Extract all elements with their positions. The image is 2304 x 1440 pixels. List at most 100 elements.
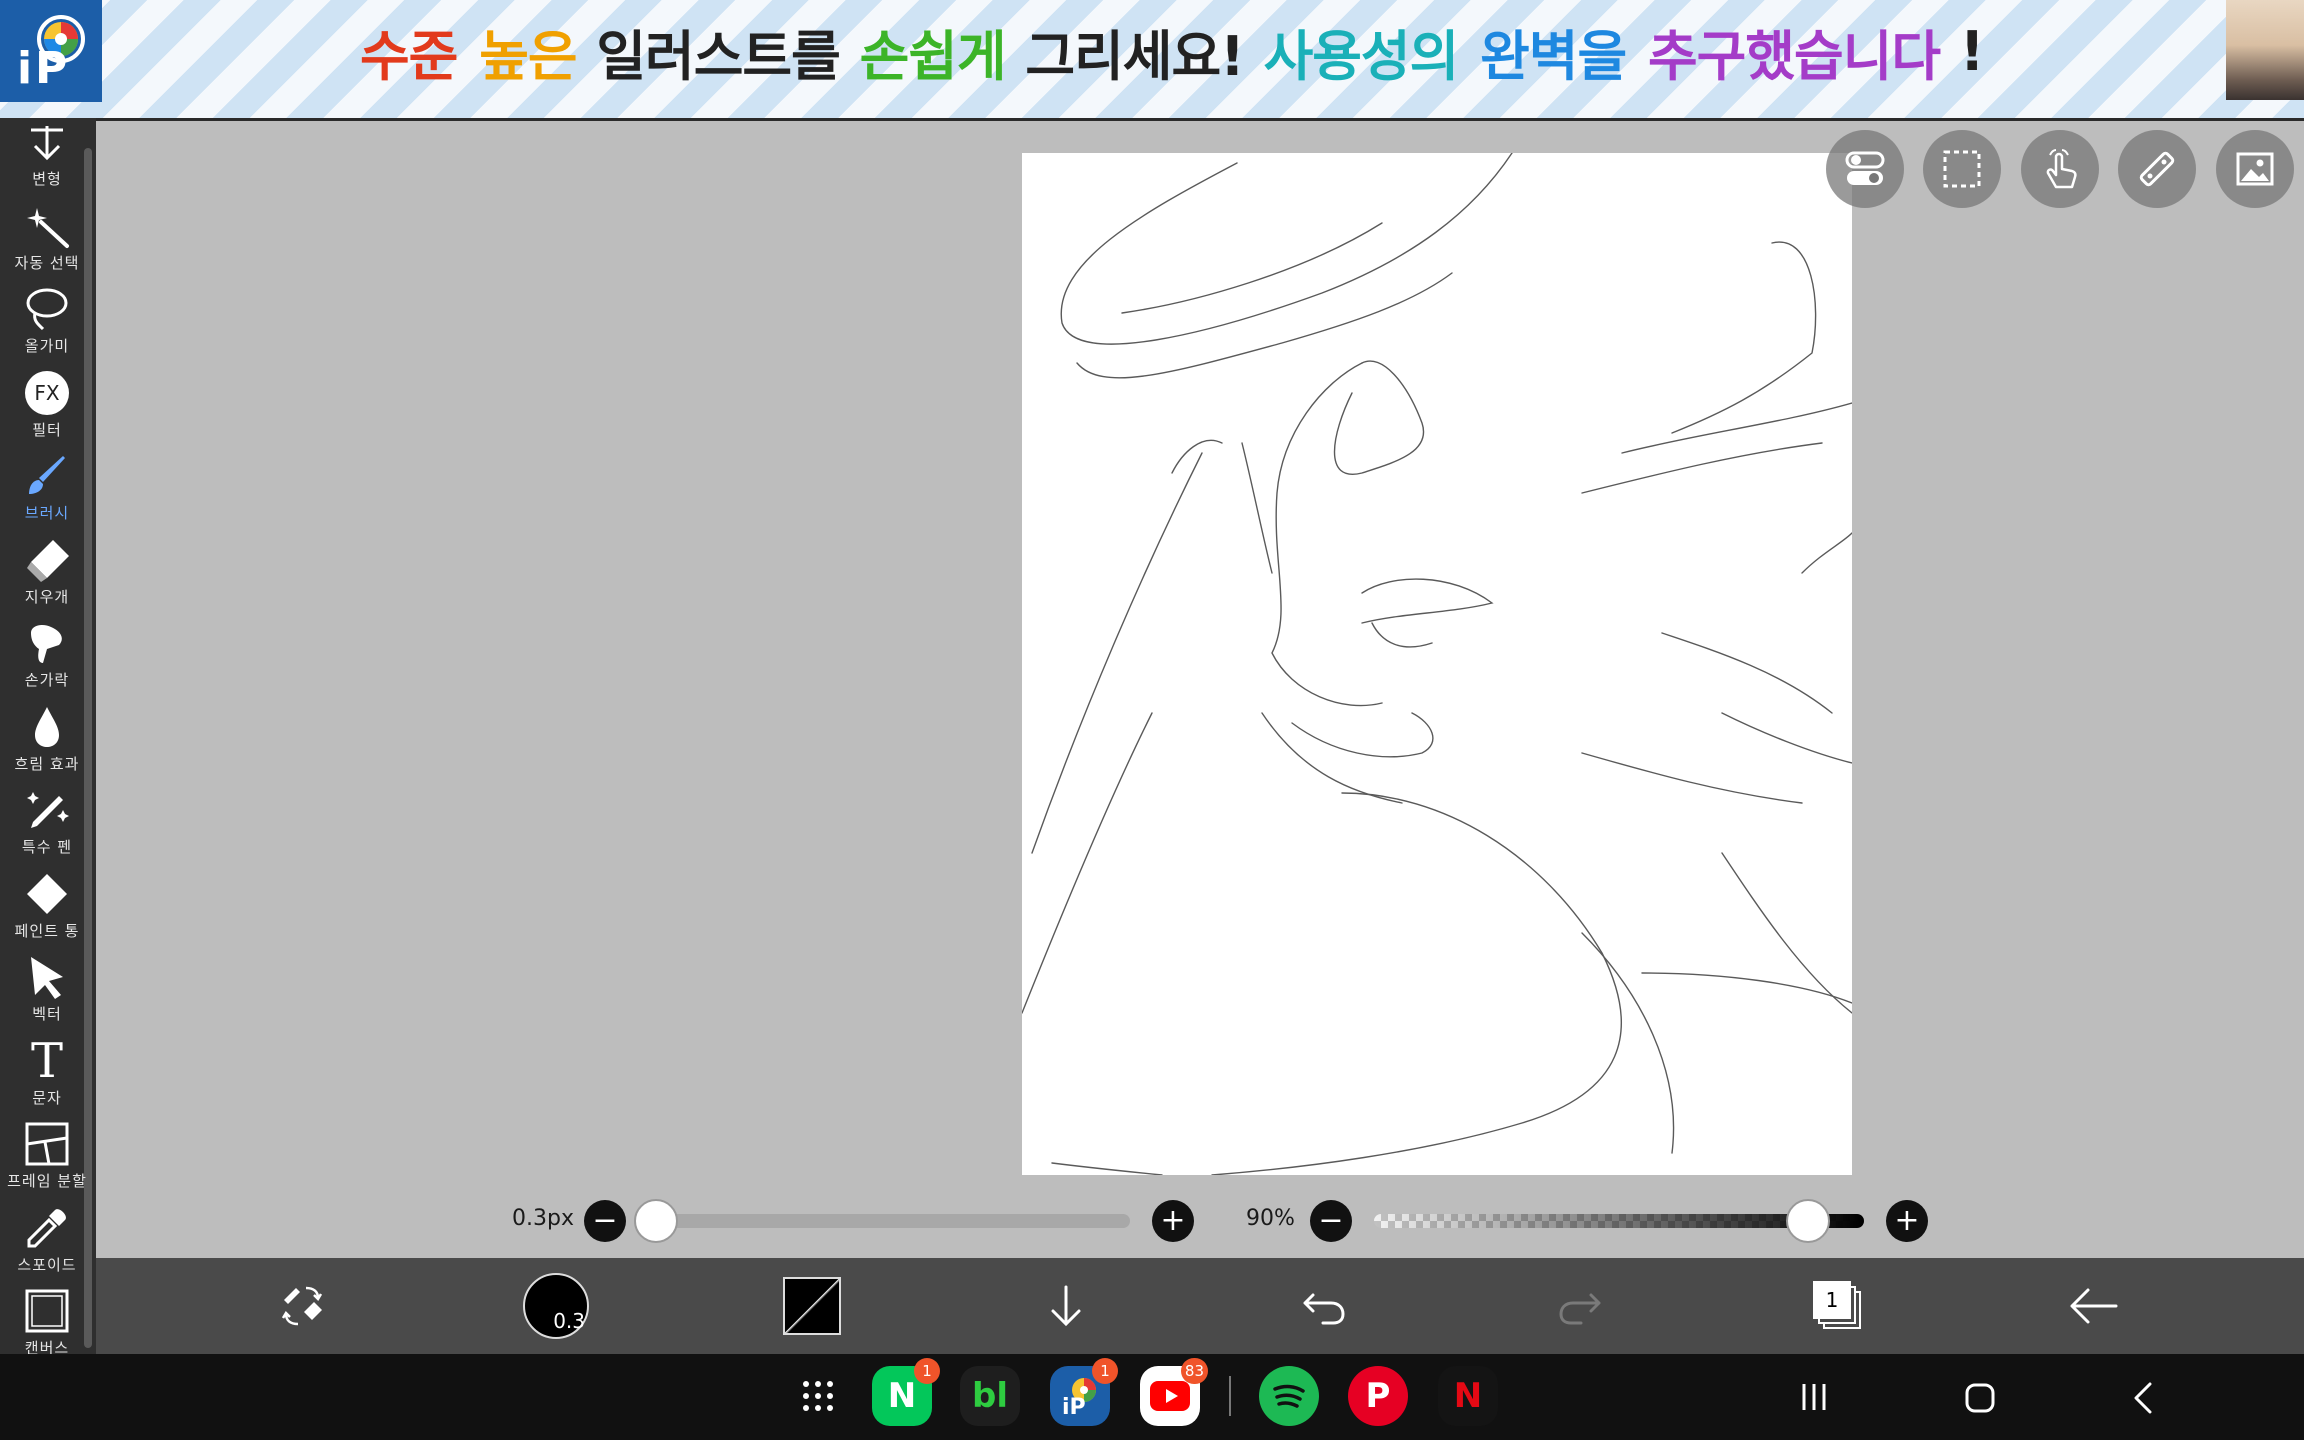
tool-eraser[interactable]: 지우개 — [0, 536, 94, 620]
brush-size-increase-button[interactable]: + — [1152, 1200, 1194, 1242]
image-icon — [2236, 152, 2274, 186]
arrow-left-icon — [2070, 1288, 2118, 1324]
tool-magic-wand[interactable]: 자동 선택 — [0, 202, 94, 286]
tool-label: 자동 선택 — [14, 253, 80, 272]
back-button[interactable] — [2056, 1268, 2132, 1344]
notification-badge: 1 — [1092, 1358, 1118, 1384]
transform-icon — [23, 118, 71, 166]
spotify-icon — [1273, 1384, 1305, 1408]
brush-icon — [23, 452, 71, 500]
banner-text-segment — [459, 20, 477, 83]
tool-label: 문자 — [32, 1088, 62, 1107]
tool-label: 벡터 — [32, 1005, 62, 1023]
opacity-decrease-button[interactable]: − — [1310, 1200, 1352, 1242]
dock-divider — [1229, 1376, 1231, 1416]
frame-divider-icon — [23, 1120, 71, 1168]
dock-app-netflix[interactable]: N — [1438, 1366, 1498, 1426]
eyedropper-icon — [23, 1204, 71, 1252]
chevron-left-icon — [2134, 1382, 2152, 1414]
magic-wand-icon — [23, 202, 71, 250]
dock-app-ibispaint[interactable]: iP 1 — [1050, 1358, 1118, 1426]
tool-label: 손가락 — [24, 671, 70, 689]
tool-label: 스포이드 — [17, 1255, 77, 1274]
opacity-slider-handle[interactable] — [1786, 1199, 1830, 1243]
banner-text-segment: 그리세요! — [1007, 24, 1262, 88]
brush-size-decrease-button[interactable]: − — [584, 1200, 626, 1242]
netflix-icon: N — [1453, 1376, 1483, 1416]
lasso-icon — [23, 285, 71, 333]
tool-blur-drop[interactable]: 흐림 효과 — [0, 703, 94, 787]
recent-apps-icon — [1802, 1384, 1826, 1410]
tool-frame-divider[interactable]: 프레임 분할 — [0, 1120, 94, 1204]
tool-special-pen[interactable]: 특수 펜 — [0, 786, 94, 870]
naver-icon: N — [887, 1376, 917, 1416]
ad-banner[interactable]: i P 수준 높은 일러스트를 손쉽게 그리세요! 사용성의 완벽을 추구했습니… — [0, 0, 2304, 121]
dock-app-naver[interactable]: N1 — [872, 1358, 940, 1426]
ruler-icon — [2139, 151, 2175, 187]
fx-filter-icon: FX — [23, 369, 71, 417]
tool-transform[interactable]: 변형 — [0, 118, 94, 202]
opacity-increase-button[interactable]: + — [1886, 1200, 1928, 1242]
svg-text:P: P — [35, 43, 67, 93]
tool-fx-filter[interactable]: FX 필터 — [0, 369, 94, 453]
tool-label: 브러시 — [24, 504, 70, 522]
touch-gesture-button[interactable] — [2021, 130, 2099, 208]
tool-finger-smudge[interactable]: 손가락 — [0, 619, 94, 703]
home-button[interactable] — [1960, 1378, 2000, 1418]
redo-button[interactable] — [1542, 1268, 1618, 1344]
brush-size-slider-handle[interactable] — [634, 1199, 678, 1243]
dock-app-pinterest[interactable]: P — [1348, 1366, 1408, 1426]
banner-text-segment: 사용성의 — [1263, 24, 1460, 88]
import-down-button[interactable] — [1028, 1268, 1104, 1344]
selection-button[interactable] — [1923, 130, 2001, 208]
tool-label: 올가미 — [24, 337, 70, 355]
tap-hand-icon — [2046, 149, 2077, 189]
tool-text[interactable]: T 문자 — [0, 1037, 94, 1121]
tool-swap-button[interactable] — [264, 1268, 340, 1344]
dashed-selection-icon — [1943, 150, 1981, 188]
layers-button[interactable]: 1 — [1800, 1268, 1876, 1344]
tool-label: 페인트 통 — [14, 921, 80, 940]
home-icon — [1965, 1383, 1995, 1413]
color-picker-button[interactable] — [774, 1268, 850, 1344]
tool-vector-cursor[interactable]: 벡터 — [0, 953, 94, 1037]
tool-label: 지우개 — [24, 587, 70, 606]
finger-smudge-icon — [23, 619, 71, 667]
banner-text-segment: 추구했습니다 — [1647, 24, 1941, 88]
ibispaint-logo[interactable]: i P — [0, 0, 102, 102]
special-pen-icon — [23, 786, 71, 834]
recent-apps-button[interactable] — [1796, 1380, 1832, 1414]
dock-app-blog[interactable]: bl — [960, 1366, 1020, 1426]
dock-app-spotify[interactable] — [1259, 1366, 1319, 1426]
tool-brush[interactable]: 브러시 — [0, 452, 94, 536]
redo-icon — [1559, 1293, 1601, 1325]
sketch-artwork — [1021, 152, 1853, 1176]
brush-size-preview-button[interactable]: 0.3 — [518, 1268, 594, 1344]
notification-badge: 83 — [1180, 1358, 1208, 1384]
brush-size-slider[interactable] — [650, 1214, 1130, 1228]
system-back-button[interactable] — [2124, 1378, 2164, 1418]
app-drawer-button[interactable] — [800, 1376, 836, 1416]
ruler-button[interactable] — [2118, 130, 2196, 208]
ibispaint-logo-icon: i P — [17, 15, 85, 93]
app-grid-icon — [803, 1381, 833, 1411]
banner-headline: 수준 높은 일러스트를 손쉽게 그리세요! 사용성의 완벽을 추구했습니다 ! — [360, 10, 1985, 92]
banner-text-segment — [1628, 20, 1646, 83]
banner-text-segment: 일러스트를 — [578, 24, 858, 88]
brush-size-value: 0.3px — [512, 1206, 574, 1231]
tool-lasso[interactable]: 올가미 — [0, 285, 94, 369]
tool-eyedropper[interactable]: 스포이드 — [0, 1204, 94, 1288]
toggle-switches-icon — [1845, 151, 1885, 185]
banner-text-segment: ! — [1942, 19, 1985, 83]
undo-button[interactable] — [1286, 1268, 1362, 1344]
tool-label: 필터 — [32, 420, 62, 439]
settings-toggle-button[interactable] — [1826, 130, 1904, 208]
reference-image-button[interactable] — [2216, 130, 2294, 208]
svg-text:i: i — [17, 43, 32, 93]
canvas-icon — [23, 1287, 71, 1335]
tool-paint-bucket[interactable]: 페인트 통 — [0, 870, 94, 954]
brush-preview-circle: 0.3 — [523, 1273, 589, 1339]
drawing-canvas[interactable] — [1021, 152, 1853, 1176]
dock-app-youtube[interactable]: 83 — [1140, 1358, 1208, 1426]
vector-cursor-icon — [23, 953, 71, 1001]
